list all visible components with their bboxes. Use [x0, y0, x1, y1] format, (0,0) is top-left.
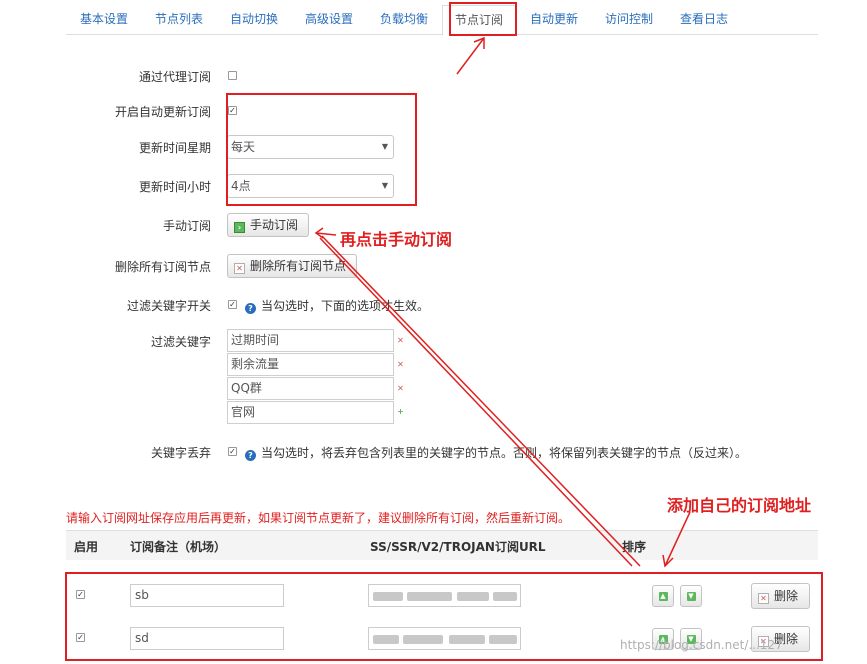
- subscription-table-header: 启用 订阅备注（机场） SS/SSR/V2/TROJAN订阅URL 排序: [66, 530, 818, 560]
- column-url: SS/SSR/V2/TROJAN订阅URL: [370, 540, 546, 554]
- hour-label: 更新时间小时: [138, 180, 211, 194]
- discard-label: 关键字丢弃: [150, 446, 211, 460]
- filter-switch-hint-text: 当勾选时，下面的选项才生效。: [261, 299, 430, 313]
- column-remark: 订阅备注（机场）: [130, 540, 227, 554]
- arrow-to-tab: [456, 37, 485, 75]
- tab-view-log[interactable]: 查看日志: [668, 8, 740, 35]
- tab-auto-switch[interactable]: 自动切换: [218, 8, 290, 35]
- help-icon: ?: [245, 450, 256, 461]
- delete-icon: ✕: [234, 263, 245, 274]
- tab-load-balance[interactable]: 负载均衡: [368, 8, 440, 35]
- add-icon[interactable]: +: [396, 407, 405, 416]
- arrow-to-manual-button: [315, 232, 337, 236]
- tab-advanced-settings[interactable]: 高级设置: [293, 8, 365, 35]
- annotation-add-address: 添加自己的订阅地址: [667, 496, 812, 515]
- filter-switch-label: 过滤关键字开关: [126, 299, 211, 313]
- auto-update-label: 开启自动更新订阅: [114, 105, 211, 119]
- annotation-manual-click: 再点击手动订阅: [340, 230, 453, 249]
- annotation-arrows: [314, 36, 691, 568]
- discard-checkbox[interactable]: ✓: [228, 447, 237, 456]
- remove-icon[interactable]: ✕: [396, 336, 405, 345]
- tab-basic-settings[interactable]: 基本设置: [68, 8, 140, 35]
- arrowhead: [473, 36, 485, 49]
- tab-auto-update[interactable]: 自动更新: [518, 8, 590, 35]
- filter-switch-hint: ? 当勾选时，下面的选项才生效。: [245, 297, 429, 314]
- rows-highlight-box: [65, 572, 823, 661]
- filter-keywords-label: 过滤关键字: [150, 335, 211, 349]
- subscribe-notice: 请输入订阅网址保存应用后再更新，如果订阅节点更新了，建议删除所有订阅，然后重新订…: [66, 511, 571, 525]
- column-order: 排序: [622, 540, 647, 554]
- arrowhead: [314, 227, 324, 239]
- weekday-label: 更新时间星期: [138, 141, 211, 155]
- tab-access-control[interactable]: 访问控制: [593, 8, 665, 35]
- remove-icon[interactable]: ✕: [396, 360, 405, 369]
- filter-keyword-input[interactable]: QQ群: [227, 377, 394, 400]
- discard-hint: ? 当勾选时，将丢弃包含列表里的关键字的节点。否则，将保留列表关键字的节点（反过来…: [245, 444, 825, 461]
- manual-subscribe-button[interactable]: › 手动订阅: [227, 213, 309, 237]
- manual-subscribe-label: 手动订阅: [162, 219, 211, 233]
- filter-keyword-input[interactable]: 剩余流量: [227, 353, 394, 376]
- play-icon: ›: [234, 222, 245, 233]
- delete-all-button-label: 删除所有订阅节点: [250, 259, 347, 273]
- tab-node-list[interactable]: 节点列表: [143, 8, 215, 35]
- help-icon: ?: [245, 303, 256, 314]
- auto-update-highlight-box: [226, 93, 417, 206]
- column-enabled: 启用: [74, 540, 99, 554]
- manual-subscribe-button-label: 手动订阅: [250, 218, 299, 232]
- delete-all-label: 删除所有订阅节点: [114, 260, 211, 274]
- tab-highlight-box: [449, 2, 517, 36]
- proxy-subscribe-checkbox[interactable]: [228, 71, 237, 80]
- tab-bar: 基本设置 节点列表 自动切换 高级设置 负载均衡 节点订阅 自动更新 访问控制 …: [66, 0, 818, 36]
- discard-hint-text: 当勾选时，将丢弃包含列表里的关键字的节点。否则，将保留列表关键字的节点（反过来）…: [261, 446, 748, 460]
- filter-switch-checkbox[interactable]: ✓: [228, 300, 237, 309]
- delete-all-button[interactable]: ✕ 删除所有订阅节点: [227, 254, 357, 278]
- remove-icon[interactable]: ✕: [396, 384, 405, 393]
- filter-keyword-input[interactable]: 过期时间: [227, 329, 394, 352]
- proxy-subscribe-label: 通过代理订阅: [138, 70, 211, 84]
- filter-keyword-input[interactable]: 官网: [227, 401, 394, 424]
